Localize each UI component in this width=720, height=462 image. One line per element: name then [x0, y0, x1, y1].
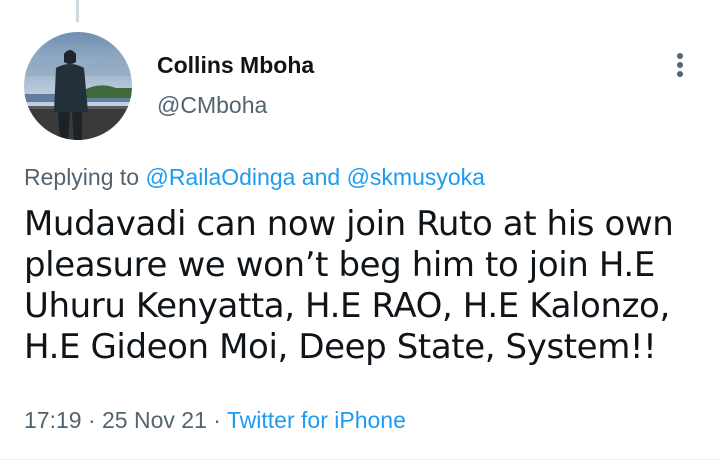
tweet-text-line: Mudavadi can now join Ruto at his own — [24, 204, 674, 244]
tweet-date[interactable]: 25 Nov 21 — [102, 407, 207, 433]
tweet-text-line: pleasure we won’t beg him to join H.E — [24, 245, 655, 285]
more-vertical-icon — [677, 53, 683, 59]
mention-link-raila[interactable]: @RailaOdinga — [145, 164, 295, 190]
replying-to: Replying to @RailaOdinga and @skmusyoka — [24, 164, 485, 191]
tweet-text-line: H.E Gideon Moi, Deep State, System!! — [24, 327, 657, 367]
meta-separator: · — [81, 407, 103, 433]
tweet-source-link[interactable]: Twitter for iPhone — [227, 407, 406, 433]
avatar-photo — [24, 32, 132, 140]
meta-separator: · — [206, 407, 227, 433]
tweet-metadata: 17:19 · 25 Nov 21 · Twitter for iPhone — [24, 407, 406, 434]
more-vertical-icon-dot — [677, 62, 683, 68]
tweet-text-line: Uhuru Kenyatta, H.E RAO, H.E Kalonzo, — [24, 286, 670, 326]
more-options-button[interactable] — [668, 48, 692, 82]
mention-link-skmusyoka[interactable]: @skmusyoka — [347, 164, 485, 190]
avatar[interactable] — [24, 32, 132, 140]
divider — [0, 459, 720, 460]
tweet-time[interactable]: 17:19 — [24, 407, 82, 433]
author-display-name[interactable]: Collins Mboha — [157, 52, 314, 79]
tweet-text: Mudavadi can now join Ruto at his own pl… — [24, 204, 704, 368]
replying-to-and[interactable]: and — [295, 164, 346, 190]
replying-to-label: Replying to — [24, 164, 146, 190]
more-vertical-icon-dot — [677, 71, 683, 77]
author-handle[interactable]: @CMboha — [157, 92, 267, 119]
thread-connector-line — [76, 0, 79, 22]
